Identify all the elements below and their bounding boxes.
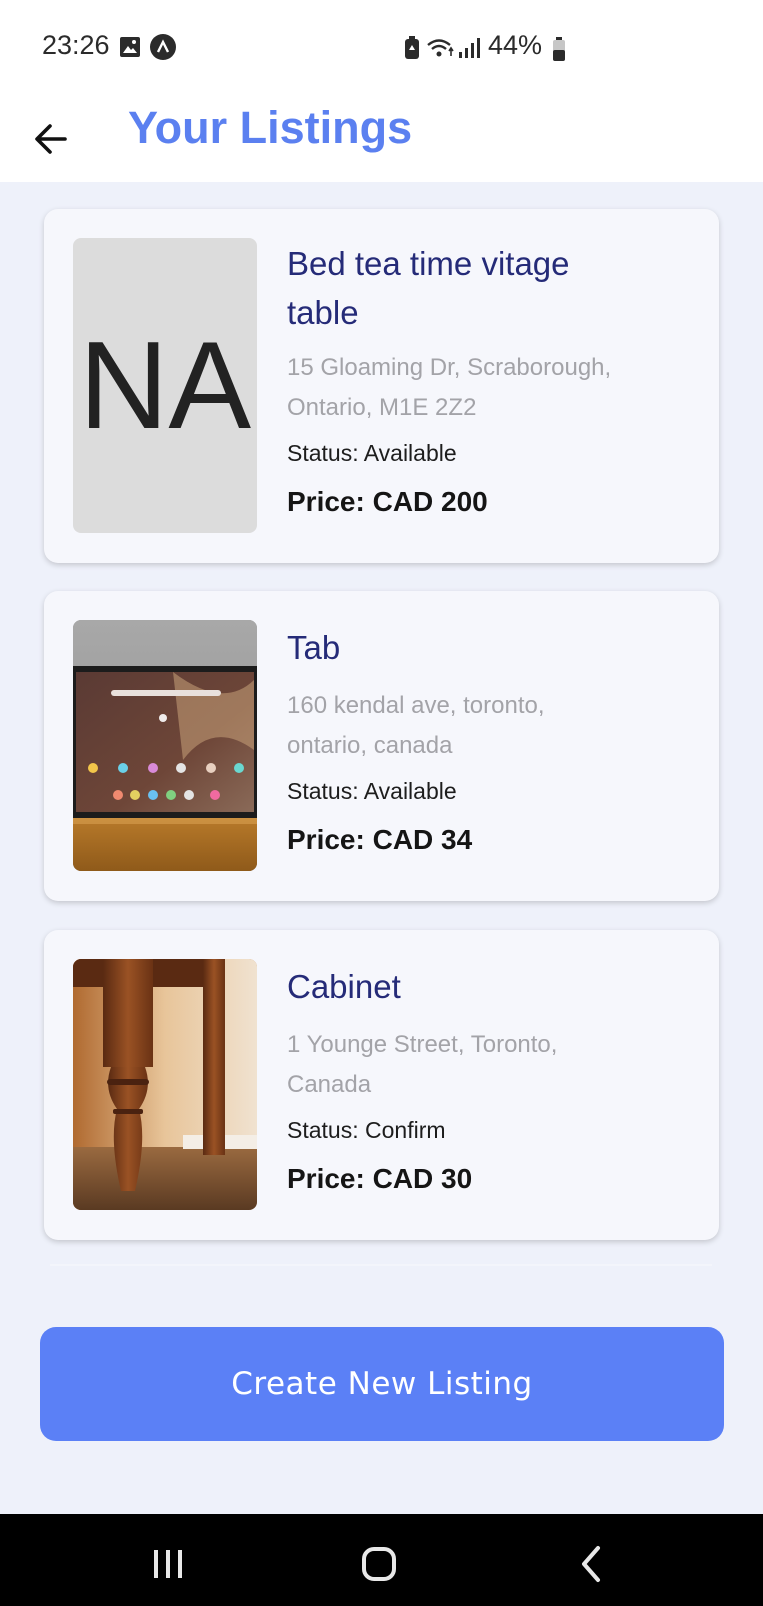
arrow-left-icon bbox=[35, 124, 67, 154]
listing-info: Tab 160 kendal ave, toronto, ontario, ca… bbox=[287, 623, 695, 856]
image-placeholder-text: NA bbox=[78, 316, 252, 455]
image-icon bbox=[120, 37, 140, 57]
recent-apps-button[interactable] bbox=[138, 1534, 198, 1594]
tablet-photo bbox=[73, 620, 257, 871]
listing-title: Tab bbox=[287, 629, 341, 666]
system-nav-bar bbox=[0, 1514, 763, 1606]
listing-address: 1 Younge Street, Toronto, Canada bbox=[287, 1031, 558, 1098]
back-icon bbox=[582, 1546, 600, 1582]
cabinet-leg-photo bbox=[73, 959, 257, 1210]
recent-apps-icon bbox=[154, 1550, 182, 1578]
home-icon bbox=[362, 1547, 396, 1581]
listing-status: Status: Confirm bbox=[287, 1117, 446, 1143]
status-bar: 23:26 44% bbox=[0, 0, 763, 96]
listing-card[interactable]: Cabinet 1 Younge Street, Toronto, Canada… bbox=[44, 930, 719, 1240]
listing-title: Cabinet bbox=[287, 968, 401, 1005]
listing-price: Price: CAD 200 bbox=[287, 486, 488, 517]
listing-status: Status: Available bbox=[287, 440, 457, 466]
home-button[interactable] bbox=[349, 1534, 409, 1594]
listing-info: Bed tea time vitage table 15 Gloaming Dr… bbox=[287, 239, 695, 518]
battery-saver-icon bbox=[405, 36, 419, 59]
listing-price: Price: CAD 30 bbox=[287, 1163, 473, 1194]
signal-icon bbox=[459, 38, 480, 58]
listing-info: Cabinet 1 Younge Street, Toronto, Canada… bbox=[287, 962, 695, 1195]
listing-address: 15 Gloaming Dr, Scraborough, Ontario, M1… bbox=[287, 354, 612, 421]
page-title: Your Listings bbox=[128, 102, 413, 153]
listing-image-placeholder: NA bbox=[73, 238, 257, 533]
listing-title: Bed tea time vitage table bbox=[287, 245, 570, 331]
listing-price: Price: CAD 34 bbox=[287, 824, 473, 855]
listing-card[interactable]: Tab 160 kendal ave, toronto, ontario, ca… bbox=[44, 591, 719, 901]
nav-back-button[interactable] bbox=[562, 1534, 622, 1594]
list-scroll-edge bbox=[50, 1264, 712, 1266]
battery-icon bbox=[553, 37, 565, 61]
listing-address: 160 kendal ave, toronto, ontario, canada bbox=[287, 692, 545, 759]
listing-card[interactable]: NA Bed tea time vitage table 15 Gloaming… bbox=[44, 209, 719, 563]
listing-image bbox=[73, 620, 257, 871]
status-time: 23:26 bbox=[42, 30, 110, 60]
create-new-listing-button[interactable]: Create New Listing bbox=[40, 1327, 724, 1441]
screen: 23:26 44% Your Listings NA Bed tea time … bbox=[0, 0, 763, 1606]
listing-status: Status: Available bbox=[287, 778, 457, 804]
app-notification-icon bbox=[150, 34, 176, 60]
listing-image bbox=[73, 959, 257, 1210]
back-button[interactable] bbox=[30, 114, 80, 164]
battery-percentage: 44% bbox=[488, 30, 543, 60]
wifi-icon bbox=[427, 39, 454, 57]
app-header: Your Listings bbox=[0, 96, 763, 182]
